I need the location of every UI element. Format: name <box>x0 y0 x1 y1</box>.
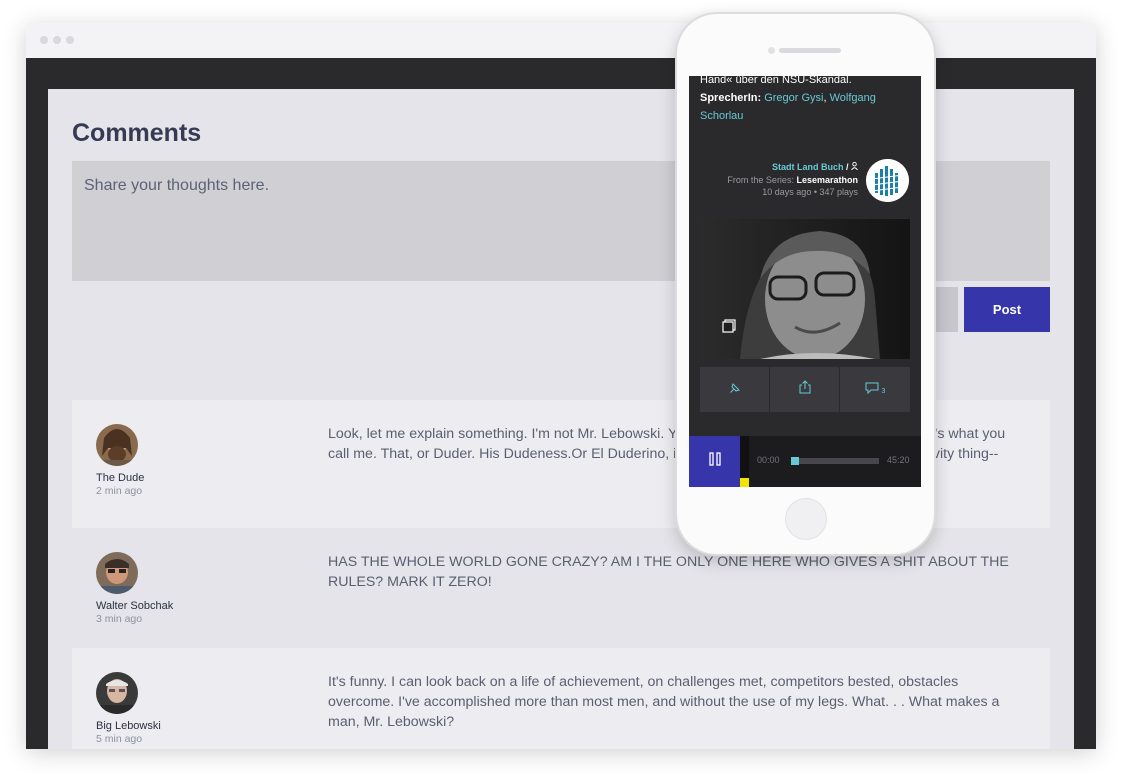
volume-level <box>740 478 749 487</box>
episode-actions: 3 <box>700 367 910 412</box>
share-button[interactable] <box>770 367 839 412</box>
comment-item: Big Lebowski 5 min ago It's funny. I can… <box>72 648 1050 749</box>
series-name[interactable]: Lesemarathon <box>796 175 858 185</box>
window-maximize-dot[interactable] <box>66 36 74 44</box>
avatar[interactable] <box>96 672 138 714</box>
channel-line: Stadt Land Buch / <box>772 161 858 172</box>
speaker-link[interactable]: Gregor Gysi <box>764 92 823 104</box>
avatar[interactable] <box>96 552 138 594</box>
user-icon[interactable] <box>851 161 858 172</box>
audio-player: 00:00 45:20 <box>689 436 921 487</box>
comment-author[interactable]: Walter Sobchak <box>96 600 173 612</box>
home-button[interactable] <box>785 498 827 540</box>
window-minimize-dot[interactable] <box>53 36 61 44</box>
progress-handle[interactable] <box>791 457 799 465</box>
pause-button[interactable] <box>689 436 740 487</box>
comments-button[interactable]: 3 <box>840 367 910 412</box>
channel-name[interactable]: Stadt Land Buch <box>772 162 844 172</box>
comment-text: It's funny. I can look back on a life of… <box>328 674 1000 730</box>
time-total: 45:20 <box>887 455 910 465</box>
pin-button[interactable] <box>700 367 769 412</box>
speaker-label: SprecherIn: <box>700 92 762 104</box>
post-meta: 10 days ago • 347 plays <box>762 187 858 197</box>
pause-icon <box>708 452 721 471</box>
avatar[interactable] <box>96 424 138 466</box>
browser-titlebar <box>26 23 1096 58</box>
share-icon <box>799 380 811 399</box>
channel-separator: / <box>843 162 851 172</box>
comment-author[interactable]: Big Lebowski <box>96 720 161 732</box>
phone-screen: Hand« über den NSU-Skandal. SprecherIn: … <box>689 76 921 487</box>
progress-track[interactable] <box>791 457 879 465</box>
series-prefix: From the Series: <box>727 175 794 185</box>
phone-mockup: Hand« über den NSU-Skandal. SprecherIn: … <box>677 14 934 554</box>
post-button[interactable]: Post <box>964 287 1050 332</box>
comment-time: 5 min ago <box>96 733 143 745</box>
comment-count: 3 <box>881 388 886 395</box>
time-elapsed: 00:00 <box>757 455 780 465</box>
browser-window: Comments Share your thoughts here. Post … <box>26 23 1096 749</box>
episode-image[interactable] <box>700 219 910 359</box>
window-close-dot[interactable] <box>40 36 48 44</box>
series-line: From the Series: Lesemarathon <box>727 175 858 185</box>
comment-author[interactable]: The Dude <box>96 472 144 484</box>
phone-camera <box>768 47 775 54</box>
comment-text: HAS THE WHOLE WORLD GONE CRAZY? AM I THE… <box>328 554 1009 590</box>
pin-icon <box>729 381 741 399</box>
page-background: Comments Share your thoughts here. Post … <box>26 58 1096 749</box>
comments-title: Comments <box>72 119 202 147</box>
comment-time: 2 min ago <box>96 485 143 497</box>
comment-time: 3 min ago <box>96 613 143 625</box>
gallery-icon[interactable] <box>722 319 736 333</box>
volume-meter <box>740 436 749 487</box>
channel-logo[interactable] <box>866 159 909 202</box>
speaker-separator: , <box>823 92 827 104</box>
description-text: Hand« über den NSU-Skandal. <box>700 76 852 86</box>
phone-speaker <box>779 48 841 53</box>
episode-description: Hand« über den NSU-Skandal. SprecherIn: … <box>700 76 910 125</box>
comment-icon <box>865 381 879 399</box>
